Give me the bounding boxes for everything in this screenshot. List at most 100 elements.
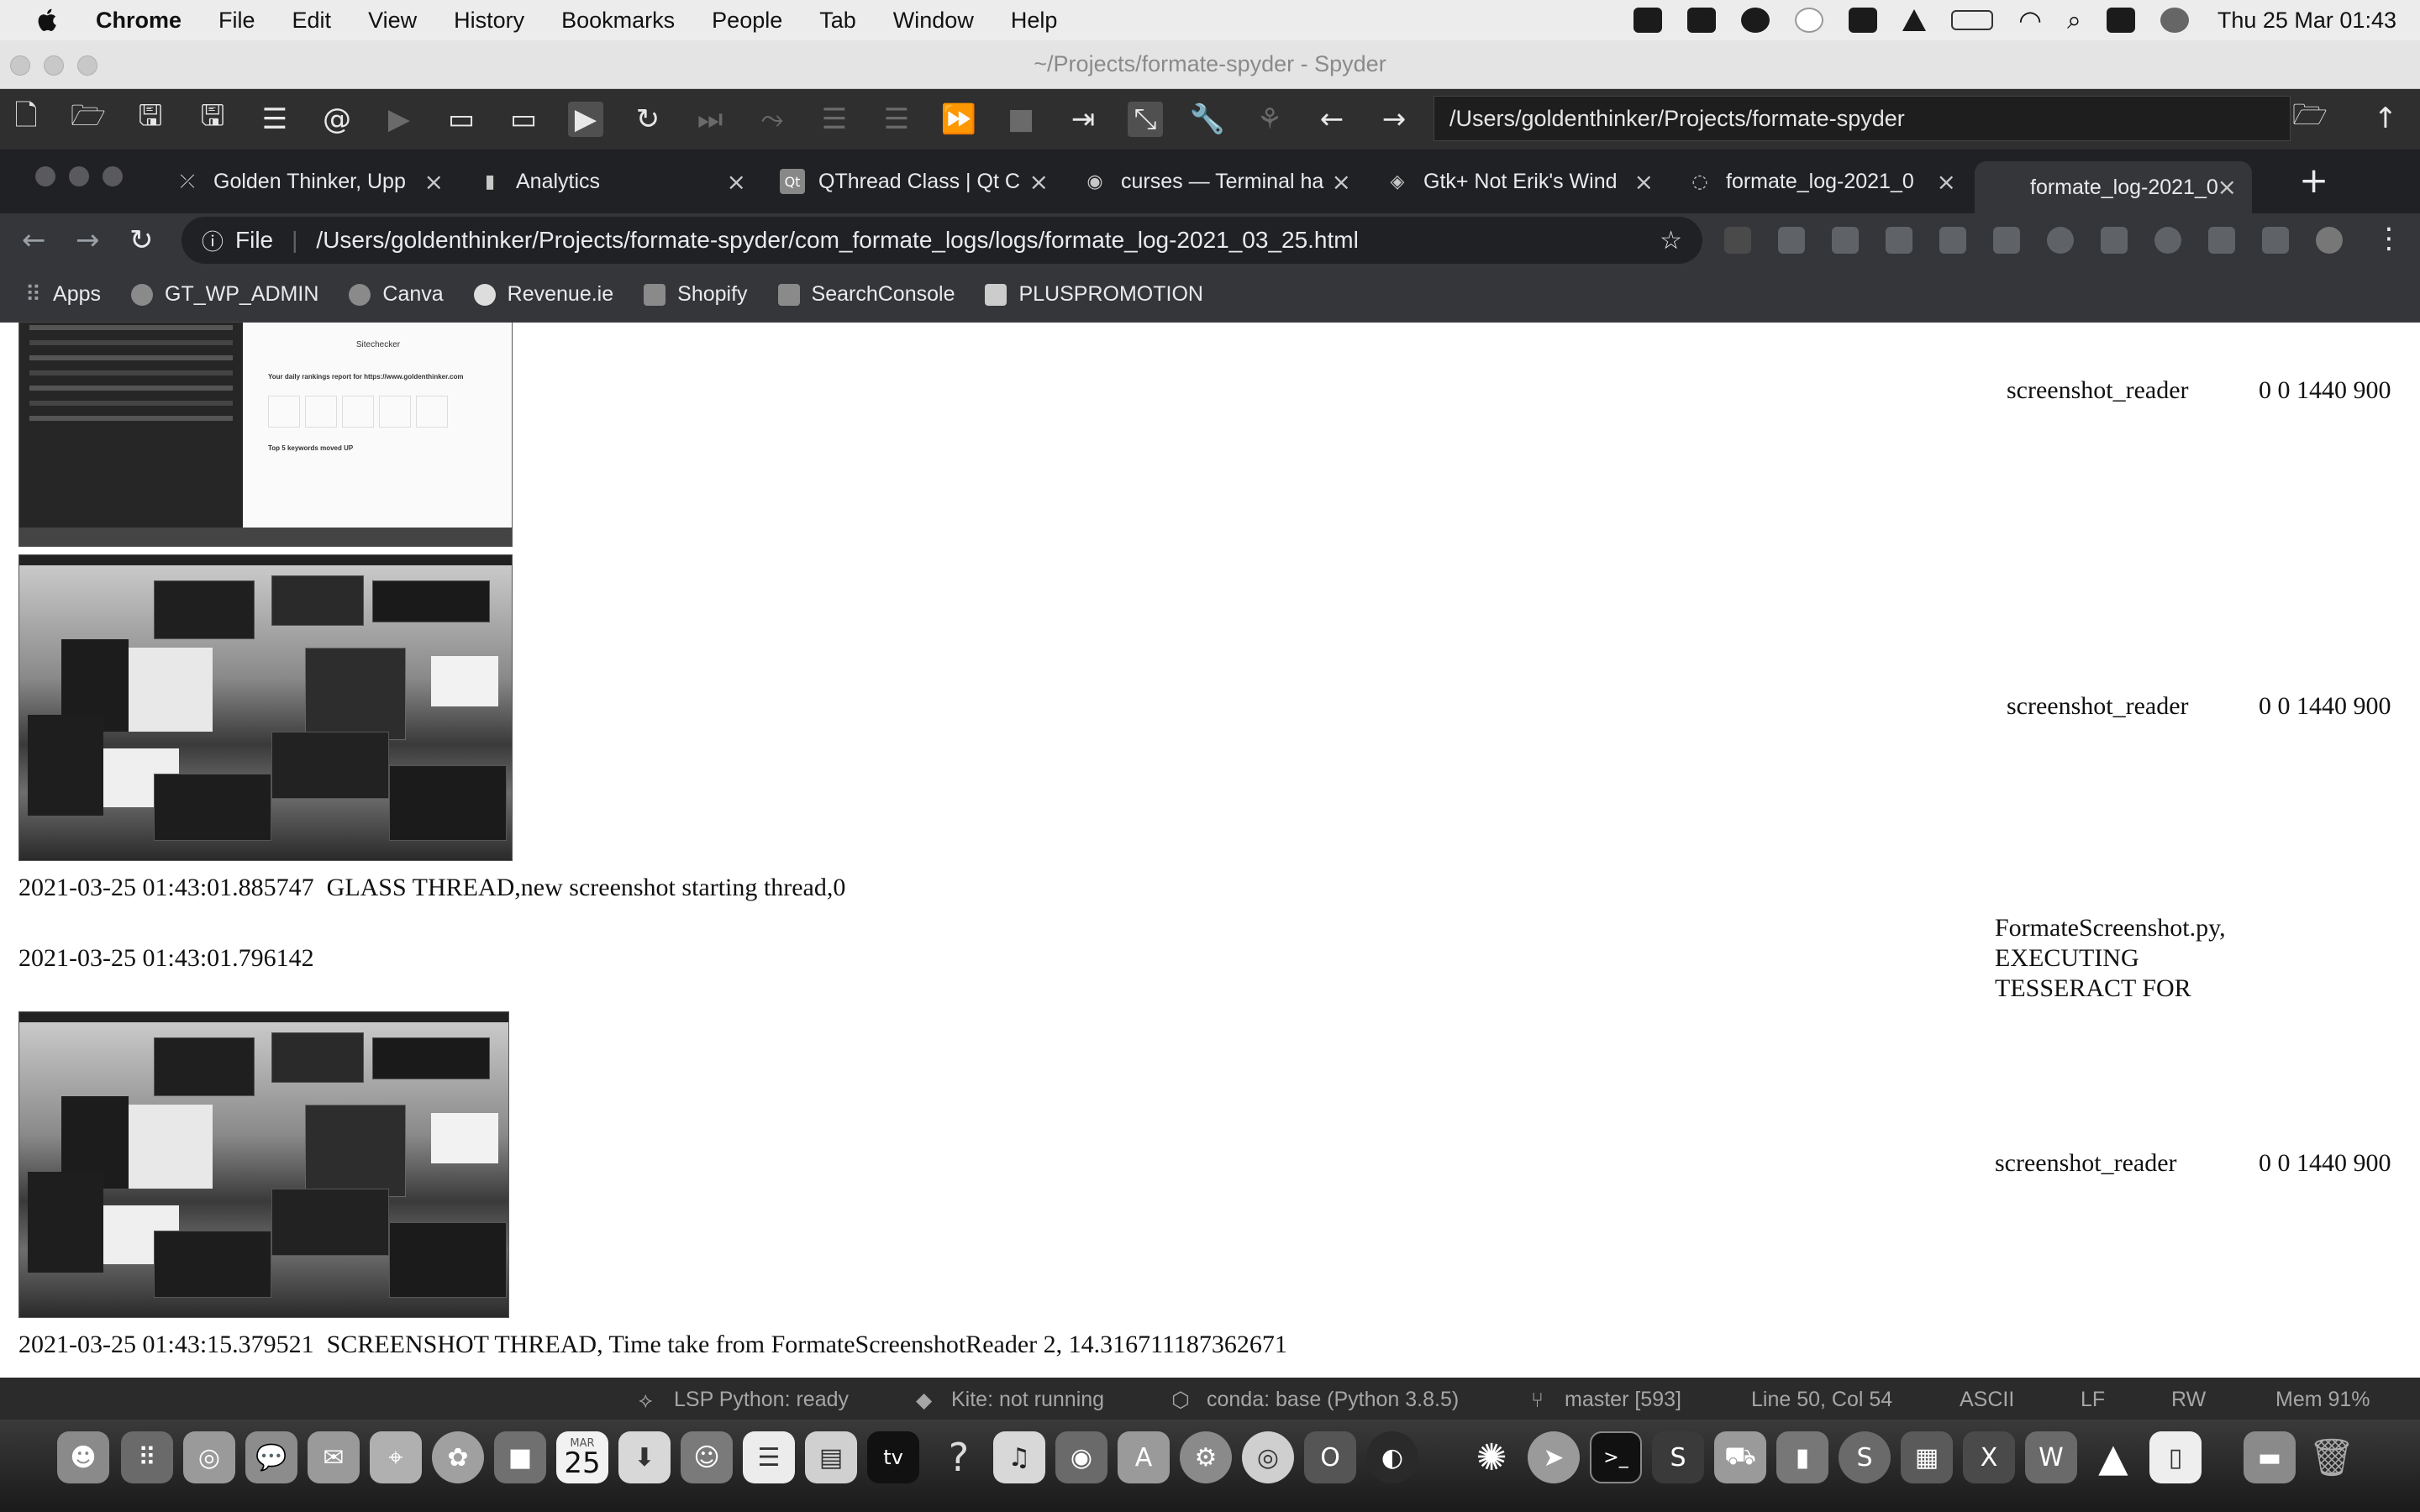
lsp-status[interactable]: LSP Python: ready xyxy=(674,1388,849,1412)
music-icon[interactable]: ♫ xyxy=(993,1431,1045,1483)
tab-formate-log-1[interactable]: ◌ formate_log-2021_0 × xyxy=(1687,160,1956,203)
battery-icon[interactable] xyxy=(1951,10,1994,30)
tab-analytics[interactable]: ▮ Analytics × xyxy=(477,160,746,203)
calendar-icon[interactable]: MAR 25 xyxy=(556,1431,608,1483)
control-center-icon[interactable] xyxy=(2106,8,2135,33)
git-status[interactable]: master [593] xyxy=(1565,1388,1681,1412)
open-folder-icon[interactable]: 🗁 xyxy=(71,99,106,137)
forward-button[interactable]: → xyxy=(76,223,100,257)
conda-status[interactable]: conda: base (Python 3.8.5) xyxy=(1207,1388,1459,1412)
new-file-icon[interactable]: 🗋 xyxy=(8,99,44,137)
istat-dock-icon[interactable]: ▮ xyxy=(1776,1431,1828,1483)
bookmark-star-icon[interactable]: ☆ xyxy=(1660,226,1682,255)
extension-evernote-icon[interactable] xyxy=(2101,227,2128,254)
zoom-window-button[interactable] xyxy=(77,55,97,76)
back-button[interactable]: ← xyxy=(22,223,46,257)
chrome-menu-icon[interactable]: ⋮ xyxy=(2375,222,2403,255)
menu-people[interactable]: People xyxy=(712,8,782,34)
vlc-dock-icon[interactable]: ▲ xyxy=(2087,1431,2139,1483)
step-icon[interactable]: ⤳ xyxy=(755,102,790,137)
omnibox[interactable]: ⓘ File | /Users/goldenthinker/Projects/f… xyxy=(182,217,1702,264)
url-text[interactable]: /Users/goldenthinker/Projects/formate-sp… xyxy=(316,227,1358,254)
vlc-icon[interactable] xyxy=(1902,9,1927,31)
trash-icon[interactable]: 🗑 xyxy=(2306,1431,2358,1483)
word-icon[interactable]: W xyxy=(2025,1431,2077,1483)
notes-icon[interactable]: ▤ xyxy=(805,1431,857,1483)
terminal-icon[interactable]: >_ xyxy=(1590,1431,1642,1483)
menu-bookmarks[interactable]: Bookmarks xyxy=(561,8,675,34)
maximize-pane-icon[interactable]: ⇥ xyxy=(1065,102,1101,137)
system-preferences-icon[interactable]: ⚙ xyxy=(1180,1431,1232,1483)
tab-close-icon[interactable]: × xyxy=(727,168,746,196)
siri-icon[interactable] xyxy=(2160,8,2189,33)
extension-card-icon[interactable] xyxy=(1939,227,1966,254)
forklift-dock-icon[interactable]: ⛟ xyxy=(1714,1431,1766,1483)
forward-arrow-icon[interactable]: → xyxy=(1376,102,1412,137)
bookmark-apps[interactable]: ⠿ Apps xyxy=(25,282,101,307)
run-selection-icon[interactable]: ▶ xyxy=(568,102,603,137)
menu-app-chrome[interactable]: Chrome xyxy=(96,8,182,34)
bookmark-canva[interactable]: Canva xyxy=(349,282,444,307)
circle-app-icon[interactable]: ◐ xyxy=(1366,1431,1418,1483)
extension-record-icon[interactable] xyxy=(2154,227,2181,254)
debug-icon[interactable]: ⏭ xyxy=(692,102,728,137)
info-icon[interactable]: ⓘ xyxy=(202,225,224,256)
extensions-puzzle-icon[interactable] xyxy=(2262,227,2289,254)
at-sign-icon[interactable]: @ xyxy=(319,102,355,137)
outlook-icon[interactable]: O xyxy=(1304,1431,1356,1483)
extension-pen-icon[interactable] xyxy=(1724,227,1751,254)
tab-close-icon[interactable]: × xyxy=(1332,168,1351,196)
new-tab-button[interactable]: + xyxy=(2299,160,2328,201)
step-into-icon[interactable]: ☰ xyxy=(817,102,852,137)
list-icon[interactable]: ☰ xyxy=(257,102,292,137)
photos-icon[interactable]: ✿ xyxy=(432,1431,484,1483)
excel-icon[interactable]: X xyxy=(1963,1431,2015,1483)
run-cell-icon[interactable]: ▭ xyxy=(444,102,479,137)
step-return-icon[interactable]: ☰ xyxy=(879,102,914,137)
bookmark-shopify[interactable]: Shopify xyxy=(644,282,748,307)
bookmark-revenue[interactable]: Revenue.ie xyxy=(473,282,613,307)
chrome-close-button[interactable] xyxy=(35,166,55,186)
extension-print-icon[interactable] xyxy=(1886,227,1912,254)
calculator-icon[interactable]: ▦ xyxy=(1901,1431,1953,1483)
bookmark-searchconsole[interactable]: SearchConsole xyxy=(777,282,955,307)
tab-qthread[interactable]: Qt QThread Class | Qt C × xyxy=(780,160,1049,203)
continue-icon[interactable]: ⏩ xyxy=(941,102,976,137)
podcasts-icon[interactable]: ◉ xyxy=(1055,1431,1107,1483)
close-window-button[interactable] xyxy=(10,55,30,76)
telegram-icon[interactable] xyxy=(1795,8,1824,33)
forklift-icon[interactable] xyxy=(1634,8,1663,33)
checkmark-icon[interactable] xyxy=(1849,8,1878,33)
run-cell-advance-icon[interactable]: ▭ xyxy=(506,102,541,137)
tab-curses[interactable]: ◉ curses — Terminal ha × xyxy=(1082,160,1351,203)
messages-icon[interactable]: 💬 xyxy=(245,1431,297,1483)
mail-icon[interactable]: ✉ xyxy=(308,1431,360,1483)
kite-status[interactable]: Kite: not running xyxy=(951,1388,1104,1412)
extension-icon[interactable] xyxy=(1778,227,1805,254)
save-all-icon[interactable]: 🖫 xyxy=(195,99,230,137)
chrome-icon[interactable]: ◎ xyxy=(1242,1431,1294,1483)
reload-button[interactable]: ↻ xyxy=(129,223,154,257)
launchpad-icon[interactable]: ⠿ xyxy=(121,1431,173,1483)
minimize-window-button[interactable] xyxy=(44,55,64,76)
extension-u-icon[interactable] xyxy=(2208,227,2235,254)
extension-text-icon[interactable] xyxy=(1993,227,2020,254)
tab-close-icon[interactable]: × xyxy=(424,168,444,196)
help-icon[interactable]: ? xyxy=(933,1431,985,1483)
apple-icon[interactable] xyxy=(34,6,62,34)
menu-clock[interactable]: Thu 25 Mar 01:43 xyxy=(2217,8,2396,34)
bookmark-pluspromotion[interactable]: PLUSPROMOTION xyxy=(985,282,1203,307)
profile-avatar[interactable] xyxy=(2316,227,2343,254)
tab-close-icon[interactable]: × xyxy=(1634,168,1654,196)
menu-tab[interactable]: Tab xyxy=(819,8,856,34)
tab-gtk[interactable]: ◈ Gtk+ Not Erik's Wind × xyxy=(1385,160,1654,203)
preferences-wrench-icon[interactable]: 🔧 xyxy=(1190,102,1225,137)
maps-icon[interactable]: ⌖ xyxy=(370,1431,422,1483)
chrome-minimize-button[interactable] xyxy=(69,166,89,186)
skype-icon[interactable]: S xyxy=(1839,1431,1891,1483)
apple-tv-icon[interactable]: tv xyxy=(867,1431,919,1483)
menu-view[interactable]: View xyxy=(368,8,417,34)
bookmark-gt-wp-admin[interactable]: GT_WP_ADMIN xyxy=(131,282,318,307)
document-icon[interactable]: ▯ xyxy=(2149,1431,2202,1483)
downloads-icon[interactable]: ⬇ xyxy=(618,1431,671,1483)
